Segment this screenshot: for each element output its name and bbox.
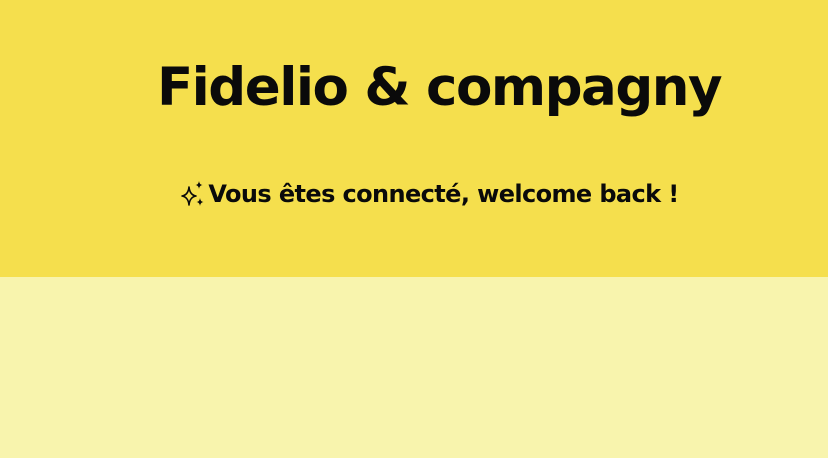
welcome-message-row: Vous êtes connecté, welcome back ! (179, 174, 679, 214)
sparkles-icon (179, 179, 207, 209)
page-content-area (0, 277, 828, 458)
page-title: Fidelio & compagny (156, 57, 723, 118)
welcome-banner: Vous êtes connecté, welcome back ! (0, 174, 828, 221)
page-header: Fidelio & compagny Vous êtes connecté, w… (0, 0, 828, 277)
welcome-message: Vous êtes connecté, welcome back ! (208, 180, 679, 208)
